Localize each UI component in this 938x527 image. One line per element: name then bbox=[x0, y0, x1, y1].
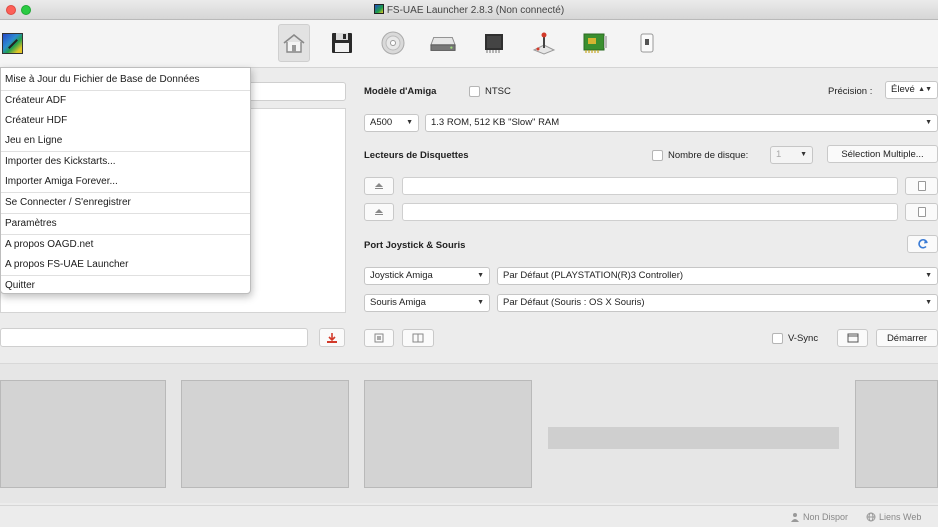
title-strip bbox=[548, 427, 839, 449]
app-dropdown-menu: Mise à Jour du Fichier de Base de Donnée… bbox=[0, 67, 251, 294]
download-button[interactable] bbox=[319, 328, 345, 347]
disk-count-label: Nombre de disque: bbox=[668, 150, 749, 161]
precision-label: Précision : bbox=[828, 86, 873, 97]
floppy1-eject-button[interactable] bbox=[364, 177, 394, 195]
camera-icon bbox=[374, 333, 384, 343]
amiga-model-select[interactable]: A500 ▼ bbox=[364, 114, 419, 132]
floppy-drives-label: Lecteurs de Disquettes bbox=[364, 150, 469, 161]
memory-tab[interactable] bbox=[481, 30, 507, 56]
menu-item-net-play[interactable]: Jeu en Ligne bbox=[1, 131, 250, 151]
disk-count-select[interactable]: 1 ▼ bbox=[770, 146, 813, 164]
port1-type-select[interactable]: Joystick Amiga ▼ bbox=[364, 267, 490, 285]
eject-icon bbox=[375, 209, 383, 215]
floppy-icon bbox=[332, 33, 352, 53]
refresh-icon bbox=[917, 239, 928, 249]
port1-device-select[interactable]: Par Défaut (PLAYSTATION(R)3 Controller) ▼ bbox=[497, 267, 938, 285]
offline-status[interactable]: Non Dispor bbox=[790, 512, 848, 522]
chevron-down-icon: ▲▼ bbox=[918, 86, 932, 93]
download-icon bbox=[327, 332, 337, 343]
refresh-devices-button[interactable] bbox=[907, 235, 938, 253]
joystick-port-label: Port Joystick & Souris bbox=[364, 240, 466, 251]
hard-drive-icon bbox=[430, 36, 456, 51]
user-icon bbox=[791, 513, 799, 522]
small-device-icon bbox=[640, 33, 654, 53]
bottom-left-input[interactable] bbox=[0, 328, 308, 347]
home-icon bbox=[283, 33, 305, 53]
menu-item-settings[interactable]: Paramètres bbox=[1, 214, 250, 234]
menu-item-update-database[interactable]: Mise à Jour du Fichier de Base de Donnée… bbox=[1, 70, 250, 90]
menu-item-import-kickstarts[interactable]: Importer des Kickstarts... bbox=[1, 152, 250, 172]
screenshot-tile bbox=[855, 380, 938, 488]
columns-button[interactable] bbox=[402, 329, 434, 347]
vsync-label: V-Sync bbox=[788, 333, 819, 344]
memory-chip-icon bbox=[485, 34, 503, 53]
port2-type-select[interactable]: Souris Amiga ▼ bbox=[364, 294, 490, 312]
floppy2-browse-button[interactable] bbox=[905, 203, 938, 221]
app-icon bbox=[373, 4, 384, 14]
file-icon bbox=[917, 181, 926, 191]
expansion-tab[interactable] bbox=[582, 30, 608, 56]
chevron-down-icon: ▼ bbox=[925, 119, 932, 126]
start-button[interactable]: Démarrer bbox=[876, 329, 938, 347]
app-menu-button[interactable] bbox=[2, 33, 23, 54]
menu-item-import-amiga-forever[interactable]: Importer Amiga Forever... bbox=[1, 172, 250, 192]
columns-icon bbox=[412, 333, 424, 343]
status-bar: Non Dispor Liens Web bbox=[0, 505, 938, 527]
chevron-down-icon: ▼ bbox=[477, 272, 484, 279]
window-title: FS-UAE Launcher 2.8.3 (Non connecté) bbox=[0, 4, 938, 16]
chevron-down-icon: ▼ bbox=[406, 119, 413, 126]
joystick-icon bbox=[532, 32, 556, 55]
screenshot-tile bbox=[181, 380, 349, 488]
menu-item-quit[interactable]: Quitter bbox=[1, 276, 250, 296]
screenshot-button[interactable] bbox=[364, 329, 394, 347]
floppy1-browse-button[interactable] bbox=[905, 177, 938, 195]
vsync-checkbox[interactable] bbox=[772, 333, 783, 344]
menu-item-login-register[interactable]: Se Connecter / S'enregistrer bbox=[1, 193, 250, 213]
menu-item-adf-creator[interactable]: Créateur ADF bbox=[1, 91, 250, 111]
ntsc-checkbox[interactable] bbox=[469, 86, 480, 97]
chevron-down-icon: ▼ bbox=[925, 272, 932, 279]
web-links-status[interactable]: Liens Web bbox=[866, 512, 921, 522]
floppy2-eject-button[interactable] bbox=[364, 203, 394, 221]
cd-icon bbox=[381, 31, 405, 55]
fullscreen-button[interactable] bbox=[837, 329, 868, 347]
amiga-model-label: Modèle d'Amiga bbox=[364, 86, 437, 97]
chevron-down-icon: ▼ bbox=[925, 299, 932, 306]
multi-select-button[interactable]: Sélection Multiple... bbox=[827, 145, 938, 163]
toolbar bbox=[0, 20, 938, 68]
precision-select[interactable]: Élevé ▲▼ bbox=[885, 81, 938, 99]
chevron-down-icon: ▼ bbox=[800, 151, 807, 158]
ntsc-label: NTSC bbox=[485, 86, 511, 97]
floppy1-path-field[interactable] bbox=[402, 177, 898, 195]
port2-device-select[interactable]: Par Défaut (Souris : OS X Souris) ▼ bbox=[497, 294, 938, 312]
title-bar: FS-UAE Launcher 2.8.3 (Non connecté) bbox=[0, 0, 938, 20]
disk-count-checkbox[interactable] bbox=[652, 150, 663, 161]
screenshot-tile bbox=[364, 380, 532, 488]
floppy2-path-field[interactable] bbox=[402, 203, 898, 221]
file-icon bbox=[917, 207, 926, 217]
window-icon bbox=[847, 333, 858, 343]
menu-item-about-oagd[interactable]: A propos OAGD.net bbox=[1, 235, 250, 255]
hard-drive-tab[interactable] bbox=[430, 30, 456, 56]
menu-item-hdf-creator[interactable]: Créateur HDF bbox=[1, 111, 250, 131]
menu-item-about-launcher[interactable]: A propos FS-UAE Launcher bbox=[1, 255, 250, 275]
eject-icon bbox=[375, 183, 383, 189]
globe-icon bbox=[866, 512, 876, 522]
expansion-card-icon bbox=[583, 33, 607, 53]
rom-config-select[interactable]: 1.3 ROM, 512 KB "Slow" RAM ▼ bbox=[425, 114, 938, 132]
home-tab[interactable] bbox=[278, 24, 310, 62]
cd-tab[interactable] bbox=[380, 30, 406, 56]
floppy-tab[interactable] bbox=[329, 30, 355, 56]
screenshot-tile bbox=[0, 380, 166, 488]
device-tab[interactable] bbox=[634, 30, 660, 56]
joystick-tab[interactable] bbox=[531, 30, 557, 56]
chevron-down-icon: ▼ bbox=[477, 299, 484, 306]
